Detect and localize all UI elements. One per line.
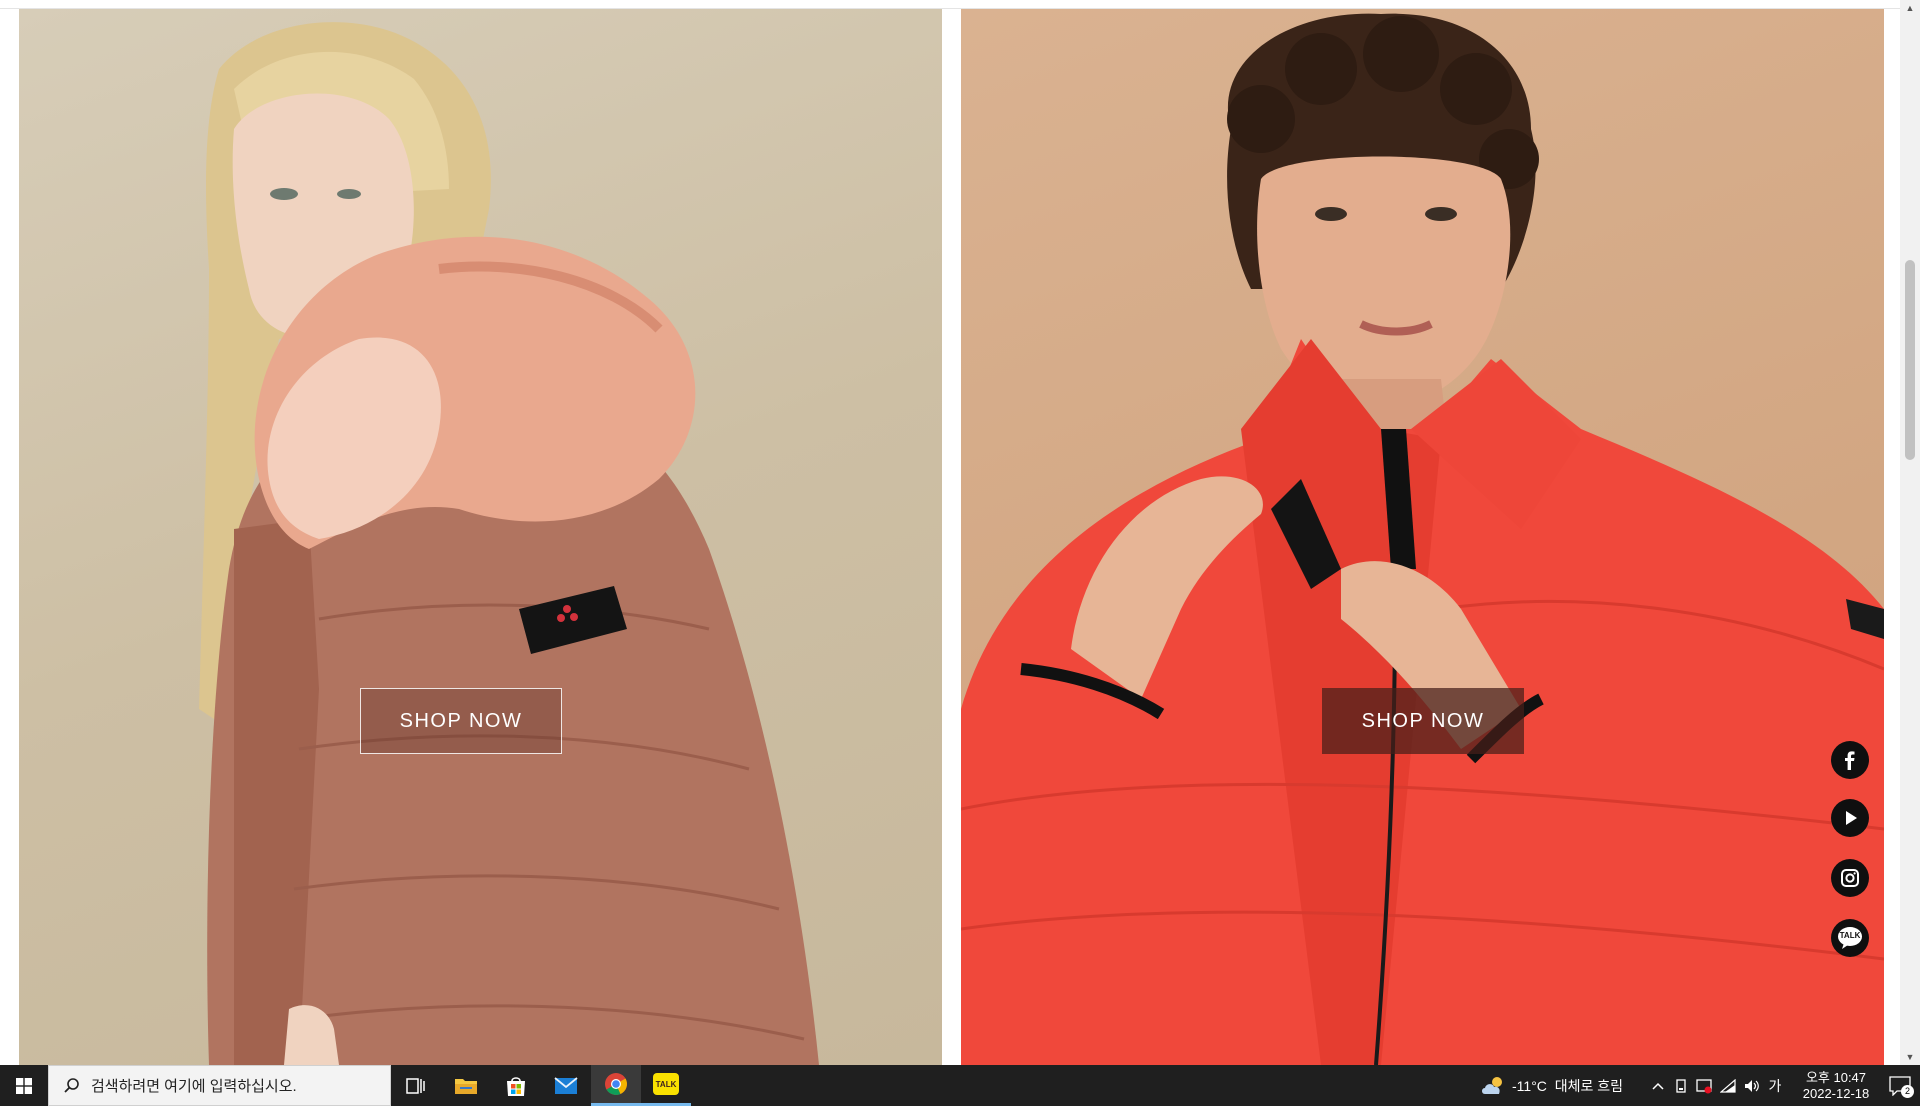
chrome-icon: [605, 1073, 627, 1095]
network-button[interactable]: [1716, 1065, 1740, 1106]
wifi-icon: [1720, 1078, 1736, 1093]
search-icon: [64, 1077, 79, 1093]
clock-time: 오후 10:47: [1805, 1069, 1867, 1085]
kakaotalk-label: TALK: [1839, 931, 1861, 940]
weather-desc: 대체로 흐림: [1554, 1077, 1623, 1094]
windows-taskbar: 검색하려면 여기에 입력하십시오. TALK -11°C 대체로 흐림 가 오후…: [0, 1065, 1920, 1106]
chevron-up-icon: [1652, 1082, 1664, 1090]
weather-widget[interactable]: [1478, 1065, 1508, 1106]
taskbar-search-box[interactable]: 검색하려면 여기에 입력하십시오.: [48, 1065, 391, 1106]
product-banner-men[interactable]: [961, 9, 1884, 1065]
instagram-icon: [1841, 869, 1859, 887]
file-explorer-icon: [455, 1078, 477, 1094]
kakaotalk-app-button[interactable]: TALK: [641, 1065, 691, 1106]
weather-text[interactable]: -11°C 대체로 흐림: [1512, 1065, 1652, 1106]
facebook-icon: [1845, 751, 1855, 770]
file-explorer-button[interactable]: [441, 1065, 491, 1106]
tray-security-button[interactable]: [1692, 1065, 1716, 1106]
model-woman-photo: [199, 22, 819, 1065]
task-view-button[interactable]: [391, 1065, 441, 1106]
security-alert-icon: [1696, 1078, 1712, 1093]
microsoft-store-icon: [507, 1076, 525, 1096]
weather-temp: -11°C: [1512, 1077, 1547, 1094]
chrome-button[interactable]: [591, 1065, 641, 1106]
start-button[interactable]: [0, 1065, 48, 1106]
microsoft-store-button[interactable]: [491, 1065, 541, 1106]
ime-indicator[interactable]: 가: [1764, 1065, 1786, 1106]
instagram-link[interactable]: [1831, 859, 1869, 897]
browser-viewport: SHOP NOW SHOP NOW TALK ▲ ▼: [0, 0, 1920, 1065]
search-placeholder: 검색하려면 여기에 입력하십시오.: [91, 1078, 297, 1095]
scroll-down-arrow[interactable]: ▼: [1900, 1049, 1920, 1065]
youtube-icon: [1846, 811, 1857, 825]
cloud-weather-icon: [1482, 1076, 1502, 1094]
windows-logo-icon: [16, 1077, 32, 1094]
scroll-up-arrow[interactable]: ▲: [1900, 0, 1920, 16]
model-man-photo: [961, 13, 1884, 1065]
notification-center-button[interactable]: 2: [1880, 1065, 1920, 1106]
youtube-link[interactable]: [1831, 799, 1869, 837]
tray-device-button[interactable]: [1670, 1065, 1692, 1106]
shop-now-button-women[interactable]: SHOP NOW: [360, 688, 562, 754]
page-scrollbar[interactable]: [1900, 0, 1920, 1065]
show-hidden-icons-button[interactable]: [1648, 1065, 1668, 1106]
kakaotalk-link[interactable]: TALK: [1831, 919, 1869, 957]
mail-icon: [554, 1076, 578, 1094]
shop-now-button-men[interactable]: SHOP NOW: [1322, 688, 1524, 754]
volume-button[interactable]: [1740, 1065, 1764, 1106]
kakaotalk-app-label: TALK: [655, 1079, 677, 1089]
kakaotalk-app-icon: TALK: [653, 1073, 679, 1095]
notification-count: 2: [1901, 1085, 1914, 1098]
clock-date: 2022-12-18: [1802, 1085, 1870, 1101]
device-icon: [1676, 1078, 1686, 1093]
mail-button[interactable]: [541, 1065, 591, 1106]
scrollbar-thumb[interactable]: [1905, 260, 1915, 460]
product-banner-women[interactable]: [19, 9, 942, 1065]
speaker-icon: [1745, 1079, 1759, 1092]
clock[interactable]: 오후 10:47 2022-12-18: [1790, 1065, 1882, 1106]
task-view-icon: [406, 1077, 425, 1094]
facebook-link[interactable]: [1831, 741, 1869, 779]
